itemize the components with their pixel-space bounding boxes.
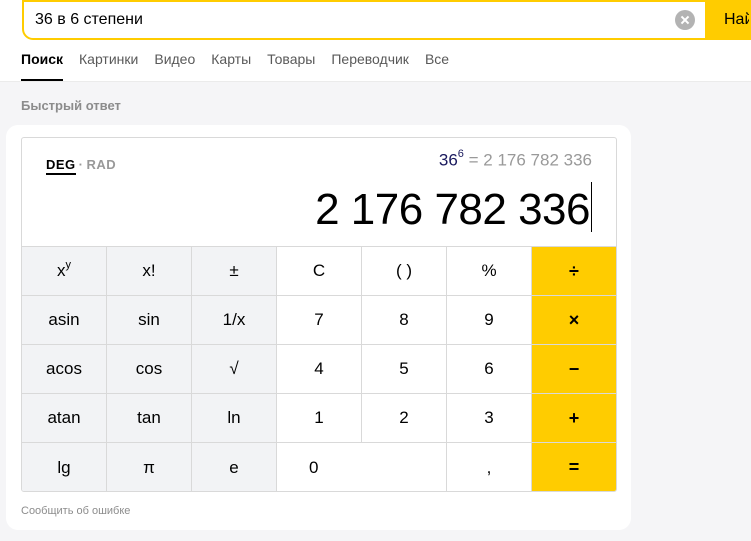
search-button[interactable]: Найти <box>705 2 749 38</box>
key-4[interactable]: 4 <box>277 345 362 394</box>
key-sqrt[interactable]: √ <box>192 345 277 394</box>
key-power-exp: y <box>65 259 72 271</box>
quick-answer-heading: Быстрый ответ <box>21 98 121 113</box>
tab-all[interactable]: Все <box>425 51 449 81</box>
key-percent[interactable]: % <box>447 247 532 296</box>
key-cos[interactable]: cos <box>107 345 192 394</box>
key-equals[interactable]: = <box>532 443 616 491</box>
key-factorial[interactable]: x! <box>107 247 192 296</box>
key-ln[interactable]: ln <box>192 394 277 443</box>
search-tabs: Поиск Картинки Видео Карты Товары Перево… <box>21 51 465 81</box>
key-1[interactable]: 1 <box>277 394 362 443</box>
mode-separator: · <box>78 157 84 172</box>
key-2[interactable]: 2 <box>362 394 447 443</box>
tab-search[interactable]: Поиск <box>21 51 64 81</box>
search-box: Найти <box>22 0 751 40</box>
expression-history: 366 = 2 176 782 336 <box>438 148 592 171</box>
text-caret <box>591 182 592 232</box>
key-tan[interactable]: tan <box>107 394 192 443</box>
key-3[interactable]: 3 <box>447 394 532 443</box>
yandex-calculator-page: Найти Поиск Картинки Видео Карты Товары … <box>0 0 751 541</box>
expression-result: = 2 176 782 336 <box>463 150 592 170</box>
key-asin[interactable]: asin <box>22 296 107 345</box>
key-parentheses[interactable]: ( ) <box>362 247 447 296</box>
key-6[interactable]: 6 <box>447 345 532 394</box>
tab-images[interactable]: Картинки <box>79 51 138 81</box>
key-e[interactable]: e <box>192 443 277 491</box>
expression-base: 36 <box>438 150 458 170</box>
key-lg[interactable]: lg <box>22 443 107 491</box>
key-multiply[interactable]: × <box>532 296 616 345</box>
key-power[interactable]: xy <box>22 247 107 296</box>
calculator-keypad: xy x! ± C ( ) % ÷ asin sin 1/x 7 8 9 × a… <box>22 246 616 491</box>
key-clear[interactable]: C <box>277 247 362 296</box>
key-5[interactable]: 5 <box>362 345 447 394</box>
report-error-link[interactable]: Сообщить об ошибке <box>21 505 130 517</box>
key-acos[interactable]: acos <box>22 345 107 394</box>
key-pi[interactable]: π <box>107 443 192 491</box>
key-plus[interactable]: + <box>532 394 616 443</box>
key-plus-minus[interactable]: ± <box>192 247 277 296</box>
key-0[interactable]: 0 <box>277 443 447 491</box>
expression-exponent: 6 <box>457 148 464 160</box>
tab-video[interactable]: Видео <box>154 51 195 81</box>
tab-translator[interactable]: Переводчик <box>331 51 409 81</box>
key-sin[interactable]: sin <box>107 296 192 345</box>
search-input[interactable] <box>24 2 675 38</box>
result-value: 2 176 782 336 <box>315 185 590 234</box>
key-7[interactable]: 7 <box>277 296 362 345</box>
key-atan[interactable]: atan <box>22 394 107 443</box>
key-minus[interactable]: − <box>532 345 616 394</box>
key-power-base: x <box>57 261 66 280</box>
tab-products[interactable]: Товары <box>267 51 315 81</box>
header: Найти Поиск Картинки Видео Карты Товары … <box>0 0 751 82</box>
key-9[interactable]: 9 <box>447 296 532 345</box>
tab-maps[interactable]: Карты <box>211 51 251 81</box>
mode-deg[interactable]: DEG <box>46 157 76 175</box>
angle-mode-switch: DEG · RAD <box>46 157 117 175</box>
key-reciprocal[interactable]: 1/x <box>192 296 277 345</box>
mode-rad[interactable]: RAD <box>87 157 117 172</box>
key-comma[interactable]: , <box>447 443 532 491</box>
clear-icon[interactable] <box>675 10 695 30</box>
key-divide[interactable]: ÷ <box>532 247 616 296</box>
calculator: DEG · RAD 366 = 2 176 782 336 2 176 782 33… <box>21 137 617 492</box>
calculator-display: DEG · RAD 366 = 2 176 782 336 2 176 782 33… <box>22 138 616 246</box>
calculator-result[interactable]: 2 176 782 336 <box>315 182 592 235</box>
key-8[interactable]: 8 <box>362 296 447 345</box>
